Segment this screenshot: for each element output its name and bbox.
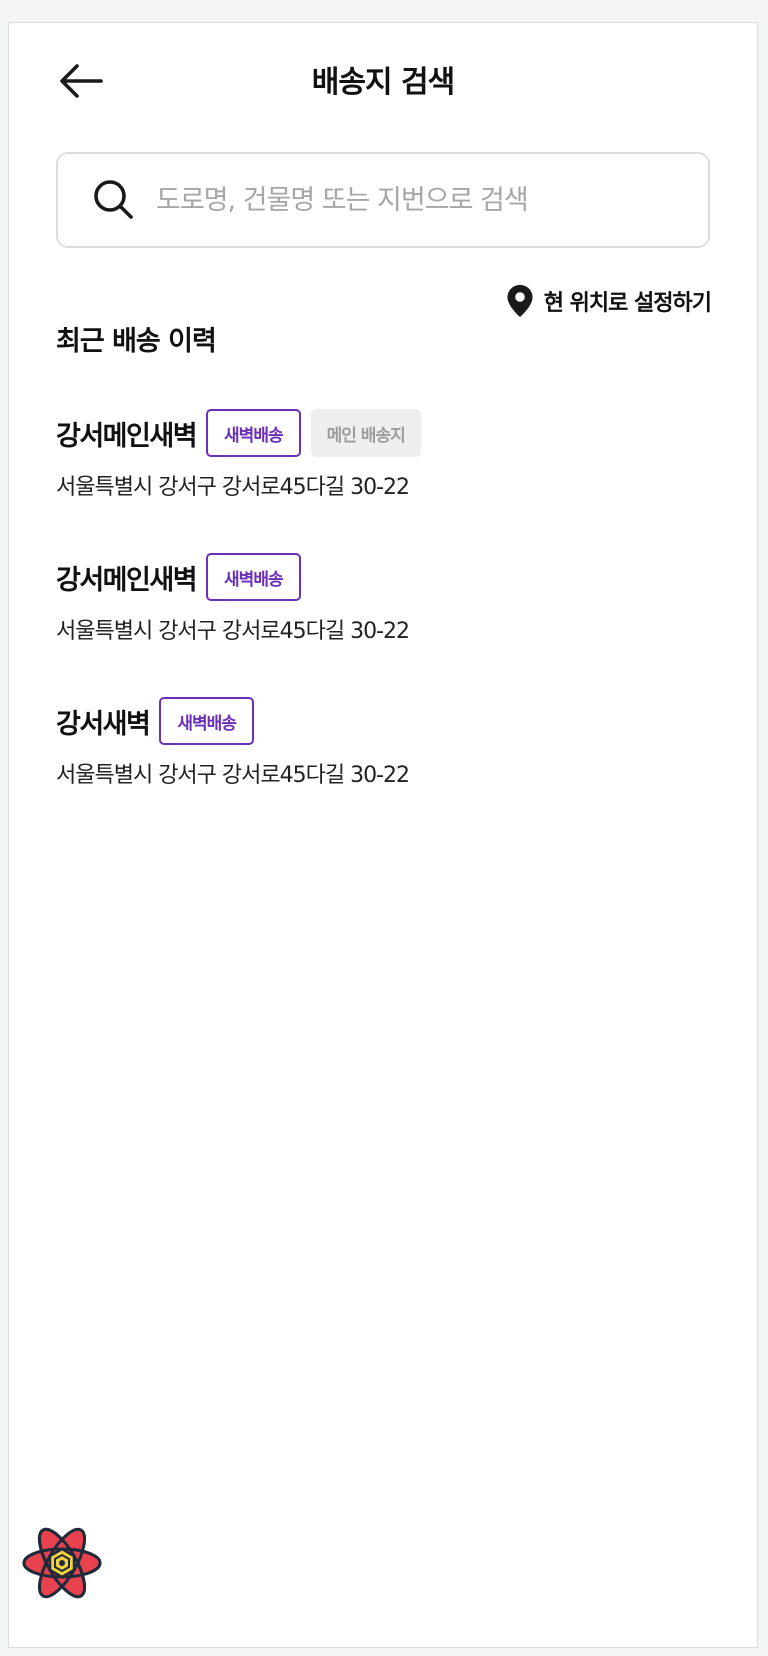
- dawn-delivery-badge: 새벽배송: [206, 409, 301, 457]
- search-input[interactable]: [154, 183, 678, 217]
- address-item[interactable]: 강서메인새벽 새벽배송 메인 배송지 서울특별시 강서구 강서로45다길 30-…: [56, 407, 716, 551]
- address-name: 강서새벽: [56, 708, 151, 740]
- set-current-location-button[interactable]: 현 위치로 설정하기: [506, 281, 712, 321]
- search-icon: [92, 178, 136, 222]
- address-text: 서울특별시 강서구 강서로45다길 30-22: [56, 475, 410, 500]
- address-name: 강서메인새벽: [56, 420, 198, 452]
- recent-delivery-title: 최근 배송 이력: [56, 326, 217, 357]
- address-text: 서울특별시 강서구 강서로45다길 30-22: [56, 619, 410, 644]
- app-screen: 배송지 검색 현 위치로 설정하기 최근 배송 이력 강서메인새벽 새벽배송 메…: [8, 22, 758, 1648]
- react-atom-logo-icon[interactable]: [22, 1526, 102, 1600]
- address-name: 강서메인새벽: [56, 564, 198, 596]
- header: 배송지 검색: [9, 23, 757, 133]
- recent-address-list: 강서메인새벽 새벽배송 메인 배송지 서울특별시 강서구 강서로45다길 30-…: [56, 407, 716, 839]
- address-item[interactable]: 강서새벽 새벽배송 서울특별시 강서구 강서로45다길 30-22: [56, 695, 716, 839]
- map-pin-icon: [506, 284, 534, 318]
- set-current-location-label: 현 위치로 설정하기: [543, 291, 712, 316]
- main-address-badge: 메인 배송지: [310, 409, 421, 457]
- page-title: 배송지 검색: [311, 65, 455, 100]
- address-text: 서울특별시 강서구 강서로45다길 30-22: [56, 763, 410, 788]
- search-bar[interactable]: [56, 152, 710, 248]
- address-item[interactable]: 강서메인새벽 새벽배송 서울특별시 강서구 강서로45다길 30-22: [56, 551, 716, 695]
- dawn-delivery-badge: 새벽배송: [206, 553, 301, 601]
- dawn-delivery-badge: 새벽배송: [159, 697, 254, 745]
